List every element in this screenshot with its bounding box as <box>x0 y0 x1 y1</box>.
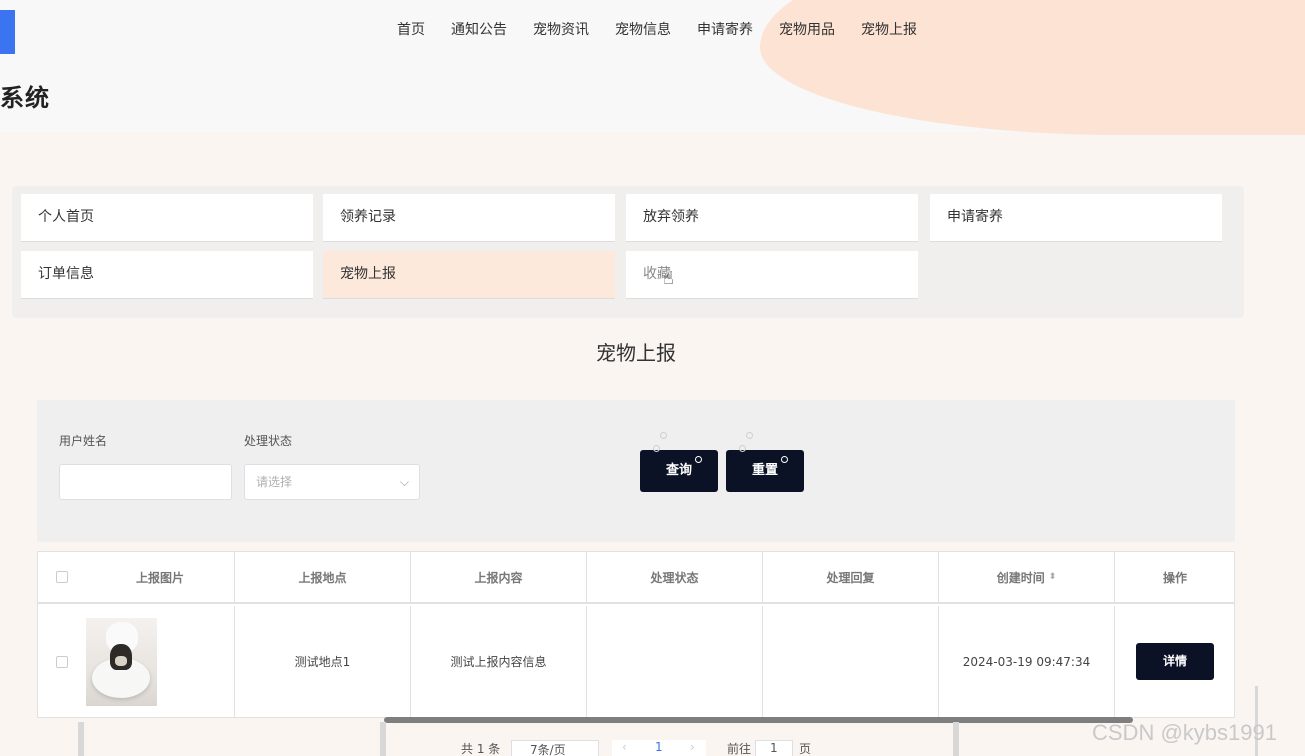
detail-button[interactable]: 详情 <box>1136 643 1214 680</box>
nav-pet-report[interactable]: 宠物上报 <box>861 19 917 39</box>
table-cell-location: 测试地点1 <box>235 606 411 717</box>
bubble-decoration <box>660 432 667 439</box>
next-page-icon[interactable]: › <box>690 740 695 754</box>
goto-input[interactable]: 1 <box>755 740 793 756</box>
chevron-down-icon: ⌵ <box>399 475 409 489</box>
nav-foster-apply[interactable]: 申请寄养 <box>697 19 753 39</box>
report-table: 上报图片 上报地点 上报内容 处理状态 处理回复 创建时间 ⬍ 操作 测试地点1… <box>37 551 1235 718</box>
col-header-content: 上报内容 <box>411 552 587 604</box>
decoration-post <box>380 722 386 756</box>
header: 系统 首页 通知公告 宠物资讯 宠物信息 申请寄养 宠物用品 宠物上报 <box>0 0 1305 135</box>
menu-item-pet-report[interactable]: 宠物上报 <box>323 251 615 299</box>
col-header-created[interactable]: 创建时间 ⬍ <box>939 552 1115 604</box>
menu-item-orders[interactable]: 订单信息 <box>21 251 313 299</box>
system-title: 系统 <box>0 84 50 112</box>
col-header-created-label: 创建时间 <box>996 570 1045 585</box>
decoration-post <box>78 722 84 756</box>
horizontal-scrollbar[interactable] <box>384 717 1133 723</box>
section-title: 宠物上报 <box>596 341 676 365</box>
table-cell-action: 详情 <box>1115 606 1235 717</box>
page: 系统 首页 通知公告 宠物资讯 宠物信息 申请寄养 宠物用品 宠物上报 个人首页… <box>0 0 1305 756</box>
bubble-decoration <box>695 456 702 463</box>
select-all-checkbox[interactable] <box>56 571 68 583</box>
nav-home[interactable]: 首页 <box>397 19 425 39</box>
logo-button[interactable] <box>0 10 15 54</box>
status-select[interactable]: 请选择 ⌵ <box>244 464 420 500</box>
pagination-total: 共 1 条 <box>461 742 501 756</box>
bubble-decoration <box>781 456 788 463</box>
page-size-value: 7条/页 <box>530 743 566 756</box>
goto-label: 前往 <box>727 742 752 756</box>
reset-button[interactable]: 重置 <box>726 450 804 492</box>
page-size-select[interactable]: 7条/页 <box>511 740 599 756</box>
menu-item-adoption-records[interactable]: 领养记录 <box>323 194 615 242</box>
username-input[interactable] <box>59 464 232 500</box>
menu-item-abandon-adoption[interactable]: 放弃领养 <box>626 194 918 242</box>
nav-pet-info[interactable]: 宠物信息 <box>615 19 671 39</box>
hand-cursor-icon: ☝ <box>663 268 674 289</box>
sort-icon[interactable]: ⬍ <box>1049 572 1057 582</box>
pet-photo[interactable] <box>86 618 157 706</box>
col-header-action: 操作 <box>1115 552 1235 604</box>
search-panel: 用户姓名 处理状态 请选择 ⌵ 查询 重置 <box>37 400 1235 542</box>
col-header-location: 上报地点 <box>235 552 411 604</box>
status-select-placeholder: 请选择 <box>256 475 293 489</box>
nav-news[interactable]: 宠物资讯 <box>533 19 589 39</box>
query-button[interactable]: 查询 <box>640 450 718 492</box>
select-all-cell <box>38 552 86 604</box>
table-cell-status <box>587 606 763 717</box>
watermark: CSDN @kybs1991 <box>1092 720 1277 745</box>
page-unit-label: 页 <box>799 742 812 756</box>
bubble-decoration <box>746 432 753 439</box>
username-label: 用户姓名 <box>59 434 108 448</box>
table-cell-content: 测试上报内容信息 <box>411 606 587 717</box>
nav-pet-supplies[interactable]: 宠物用品 <box>779 19 835 39</box>
bubble-decoration <box>739 445 746 452</box>
current-page[interactable]: 1 <box>655 740 663 754</box>
top-nav: 首页 通知公告 宠物资讯 宠物信息 申请寄养 宠物用品 宠物上报 <box>397 19 917 39</box>
decoration-post <box>953 722 959 756</box>
prev-page-icon[interactable]: ‹ <box>622 740 627 754</box>
table-cell-image <box>38 606 235 717</box>
menu-item-foster-apply[interactable]: 申请寄养 <box>930 194 1222 242</box>
profile-menu: 个人首页 领养记录 放弃领养 申请寄养 订单信息 宠物上报 收藏 <box>12 186 1244 318</box>
table-cell-created: 2024-03-19 09:47:34 <box>939 606 1115 717</box>
status-label: 处理状态 <box>244 434 293 448</box>
col-header-reply: 处理回复 <box>763 552 939 604</box>
menu-item-personal-home[interactable]: 个人首页 <box>21 194 313 242</box>
col-header-status: 处理状态 <box>587 552 763 604</box>
table-cell-reply <box>763 606 939 717</box>
bubble-decoration <box>653 445 660 452</box>
pager-nav: ‹ 1 › <box>612 740 706 756</box>
nav-notice[interactable]: 通知公告 <box>451 19 507 39</box>
dog-face <box>115 656 127 666</box>
col-header-image: 上报图片 <box>86 552 235 604</box>
